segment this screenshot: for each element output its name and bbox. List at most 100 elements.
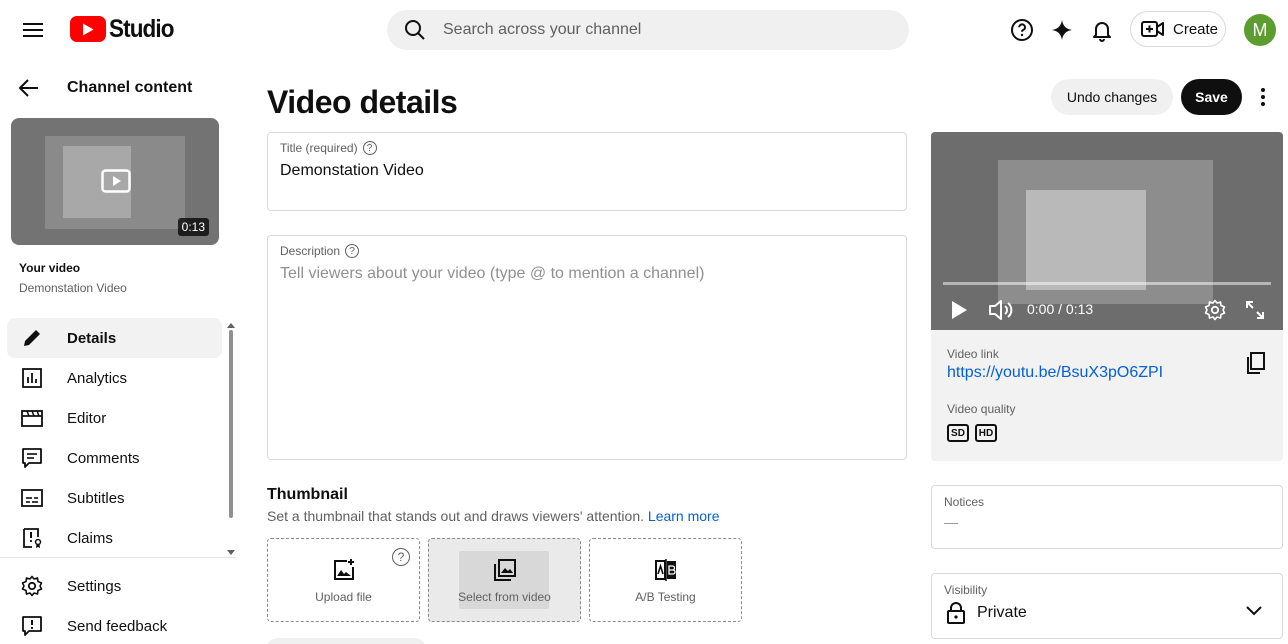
learn-more-link[interactable]: Learn more: [648, 508, 720, 524]
upload-file-label: Upload file: [315, 589, 372, 604]
visibility-dropdown[interactable]: Visibility Private: [931, 573, 1283, 639]
ab-testing-button[interactable]: A/B Testing: [589, 538, 742, 622]
video-duration-badge: 0:13: [177, 218, 209, 236]
sidebar-item-label: Settings: [67, 577, 122, 595]
video-preview-card: 0:00 / 0:13 Video link https://youtu.be/…: [931, 132, 1283, 461]
description-field[interactable]: Description ? Tell viewers about your vi…: [267, 235, 907, 460]
title-field[interactable]: Title (required) ? Demonstation Video: [267, 132, 907, 211]
description-placeholder[interactable]: Tell viewers about your video (type @ to…: [280, 265, 704, 283]
chevron-down-icon: [1246, 606, 1262, 616]
upload-file-button[interactable]: ? Upload file: [267, 538, 420, 622]
save-button[interactable]: Save: [1181, 79, 1242, 115]
play-icon: [952, 301, 967, 319]
video-player[interactable]: 0:00 / 0:13: [931, 132, 1283, 330]
sidebar-item-settings[interactable]: Settings: [7, 566, 222, 606]
sidebar-item-subtitles[interactable]: Subtitles: [7, 478, 222, 518]
play-icon: [101, 169, 131, 193]
sidebar-video-thumbnail[interactable]: 0:13: [11, 118, 219, 245]
volume-icon: [989, 300, 1013, 320]
youtube-play-icon: [70, 16, 106, 42]
comment-icon: [20, 446, 44, 470]
arrow-left-icon: [18, 79, 38, 97]
image-stack-icon: [492, 557, 518, 583]
subtitles-icon: [20, 486, 44, 510]
fullscreen-button[interactable]: [1241, 296, 1269, 324]
description-field-label-row: Description ?: [280, 244, 360, 258]
visibility-label: Visibility: [944, 583, 988, 597]
avatar[interactable]: M: [1244, 14, 1276, 46]
studio-logo[interactable]: Studio: [70, 14, 181, 44]
description-field-label: Description: [280, 244, 341, 258]
sidebar-item-send-feedback[interactable]: Send feedback: [7, 606, 222, 644]
sidebar-item-claims[interactable]: Claims: [7, 518, 222, 558]
player-controls: 0:00 / 0:13: [931, 294, 1283, 326]
more-options-button[interactable]: [1251, 82, 1275, 112]
create-button[interactable]: Create: [1130, 11, 1226, 47]
channel-content-title: Channel content: [67, 79, 193, 96]
hamburger-icon: [23, 23, 43, 37]
claims-icon: [20, 526, 44, 550]
notifications-button[interactable]: [1088, 16, 1116, 44]
sidebar-item-label: Comments: [67, 449, 140, 467]
sidebar-item-analytics[interactable]: Analytics: [7, 358, 222, 398]
sidebar-item-details[interactable]: Details: [7, 318, 222, 358]
video-add-icon: [1141, 21, 1164, 37]
sidebar-divider: [0, 557, 236, 558]
help-icon[interactable]: ?: [392, 548, 410, 566]
search-icon: [405, 20, 425, 40]
player-settings-button[interactable]: [1201, 296, 1229, 324]
gear-icon: [20, 574, 44, 598]
back-to-channel-content[interactable]: Channel content: [18, 77, 192, 99]
help-button[interactable]: [1008, 16, 1036, 44]
bottom-button-partial[interactable]: [267, 638, 425, 644]
video-link[interactable]: https://youtu.be/BsuX3pO6ZPI: [947, 364, 1163, 382]
sidebar: Channel content 0:13 Your video Demonsta…: [0, 60, 236, 644]
search-bar[interactable]: [387, 10, 909, 50]
fullscreen-icon: [1246, 301, 1264, 319]
help-icon[interactable]: ?: [362, 141, 377, 155]
ab-test-icon: [653, 557, 679, 583]
help-icon: [1011, 19, 1033, 41]
help-icon[interactable]: ?: [345, 244, 360, 258]
notices-card: Notices —: [931, 485, 1283, 549]
play-button[interactable]: [945, 296, 973, 324]
quality-badges: SD HD: [947, 424, 997, 442]
sidebar-item-label: Analytics: [67, 369, 128, 387]
sidebar-item-label: Send feedback: [67, 617, 168, 635]
notices-value: —: [944, 514, 958, 530]
copy-icon[interactable]: [1243, 351, 1267, 375]
page-title: Video details: [267, 84, 458, 120]
ai-sparkle-button[interactable]: [1048, 16, 1076, 44]
visibility-value-row: Private: [946, 602, 1027, 624]
undo-changes-button[interactable]: Undo changes: [1051, 79, 1173, 115]
bell-icon: [1093, 22, 1111, 42]
logo-text: Studio: [109, 14, 174, 43]
sidebar-item-label: Details: [67, 329, 117, 347]
thumbnail-heading: Thumbnail: [267, 486, 348, 503]
sidebar-item-comments[interactable]: Comments: [7, 438, 222, 478]
hd-badge: HD: [975, 424, 997, 442]
analytics-icon: [20, 366, 44, 390]
title-field-value[interactable]: Demonstation Video: [280, 162, 424, 180]
add-image-icon: [331, 557, 357, 583]
search-input[interactable]: [443, 21, 863, 39]
video-progress-bar[interactable]: [943, 282, 1271, 285]
scroll-thumb[interactable]: [229, 330, 233, 518]
your-video-label: Your video: [19, 261, 81, 275]
top-bar: Studio Create M: [0, 0, 1288, 60]
sidebar-item-editor[interactable]: Editor: [7, 398, 222, 438]
title-field-label-row: Title (required) ?: [280, 141, 377, 155]
lock-icon: [947, 602, 965, 624]
volume-button[interactable]: [987, 296, 1015, 324]
sidebar-item-label: Claims: [67, 529, 113, 547]
thumbnail-subtext-text: Set a thumbnail that stands out and draw…: [267, 508, 645, 524]
select-from-video-button[interactable]: Select from video: [428, 538, 581, 622]
title-field-label: Title (required): [280, 141, 358, 155]
sidebar-nav: Details Analytics Editor Comments Subtit…: [7, 318, 222, 558]
select-from-video-label: Select from video: [458, 589, 551, 604]
feedback-icon: [20, 614, 44, 638]
notices-label: Notices: [944, 495, 985, 509]
hamburger-menu-button[interactable]: [16, 14, 50, 46]
video-link-label: Video link: [947, 347, 999, 361]
sidebar-scrollbar[interactable]: [227, 322, 235, 560]
